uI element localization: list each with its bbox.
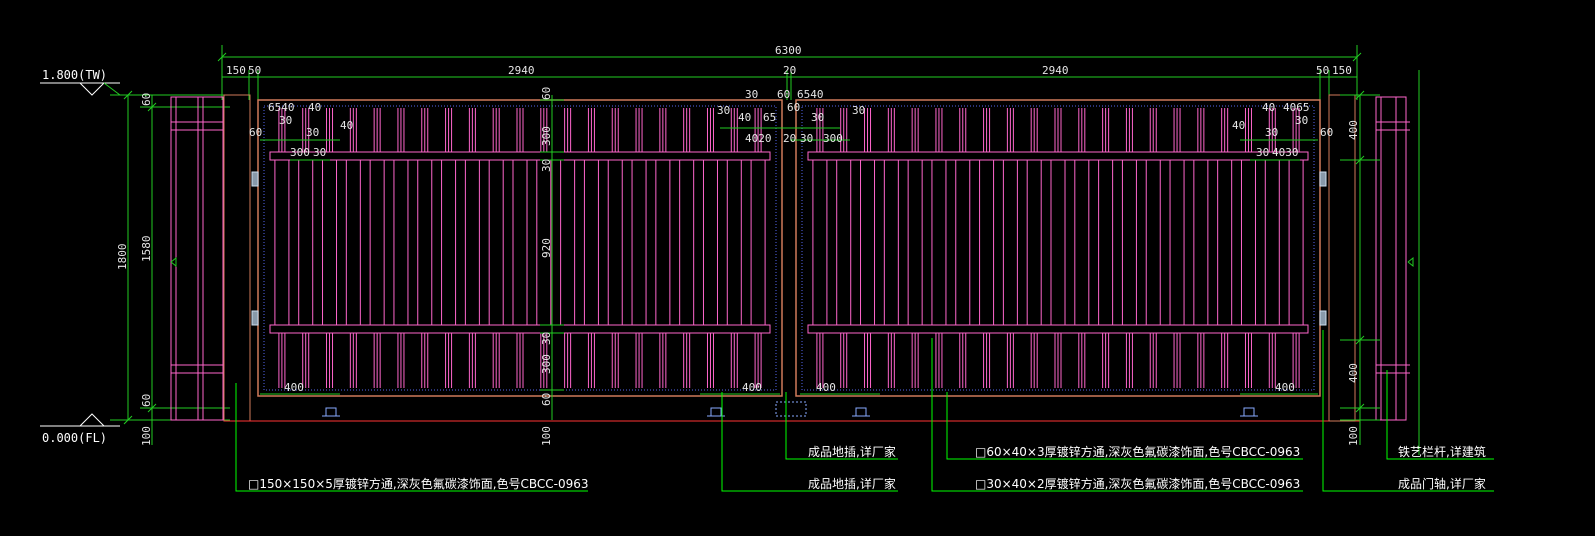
gate-leaf-right	[795, 99, 1321, 397]
mid-dim-60-top: 60	[540, 87, 553, 100]
bottom-dim-2: 400	[742, 381, 762, 394]
callout-pivot: 成品门轴,详厂家	[1398, 476, 1486, 491]
right-dim-400-bottom: 400	[1347, 363, 1360, 383]
top-dim-50-right: 50	[1316, 64, 1329, 77]
callout-floor-stop-1: 成品地插,详厂家	[808, 444, 896, 459]
detail-center-f: 30	[852, 104, 865, 117]
top-dim-150-left: 150	[226, 64, 246, 77]
mid-dim-300-top: 300	[540, 126, 553, 146]
callout-railing: 铁艺栏杆,详建筑	[1398, 444, 1486, 459]
callout-bar: □30×40×2厚镀锌方通,深灰色氟碳漆饰面,色号CBCC-0963	[975, 476, 1300, 491]
left-post	[223, 94, 251, 422]
detail-left-g: 300	[290, 146, 310, 159]
detail-right-c: 30	[1295, 114, 1308, 127]
callout-post: □150×150×5厚镀锌方通,深灰色氟碳漆饰面,色号CBCC-0963	[248, 476, 589, 491]
mid-dim-30-bottom: 30	[540, 332, 553, 345]
top-dim-50-left: 50	[248, 64, 261, 77]
detail-center-i: 4020	[745, 132, 772, 145]
floor-stops	[322, 401, 1258, 417]
detail-left-e: 40	[340, 119, 353, 132]
detail-right-f: 60	[1320, 126, 1333, 139]
bottom-dim-4: 400	[1275, 381, 1295, 394]
overall-dim-text: 6300	[775, 44, 802, 57]
left-dim-100: 100	[140, 426, 153, 446]
detail-dims-left: 6540 40 30 30 40 60 300 30	[249, 101, 353, 161]
detail-center-m: 30	[800, 132, 813, 145]
left-dim-1800: 1800	[116, 244, 129, 271]
right-dim-400-top: 400	[1347, 120, 1360, 140]
detail-right-a: 40	[1262, 101, 1275, 114]
top-dim-2940-left: 2940	[508, 64, 535, 77]
detail-left-b: 40	[308, 101, 321, 114]
callout-frame: □60×40×3厚镀锌方通,深灰色氟碳漆饰面,色号CBCC-0963	[975, 444, 1300, 459]
mid-dim-300-bottom: 300	[540, 354, 553, 374]
cad-drawing: 1.800(TW) 0.000(FL) 6300 150 50 2940 20 …	[40, 44, 1494, 492]
mid-dim-100: 100	[540, 426, 553, 446]
left-dim-1580: 1580	[140, 236, 153, 263]
level-bottom-label: 0.000(FL)	[42, 431, 107, 445]
detail-center-e: 30	[717, 104, 730, 117]
callout-floor-stop-2: 成品地插,详厂家	[808, 476, 896, 491]
left-dim-60-bottom: 60	[140, 394, 153, 407]
detail-center-k: 30	[811, 111, 824, 124]
bottom-dim-1: 400	[284, 381, 304, 394]
level-top-label: 1.800(TW)	[42, 68, 107, 82]
bottom-dims: 400 400 400 400	[260, 381, 1318, 395]
detail-left-a: 6540	[268, 101, 295, 114]
detail-center-l: 300	[823, 132, 843, 145]
detail-left-f: 60	[249, 126, 262, 139]
detail-dims-right: 40 4065 30 40 30 60 30 4030	[1232, 101, 1333, 161]
detail-center-c: 6540	[797, 88, 824, 101]
mid-dim-60-bottom: 60	[540, 393, 553, 406]
mid-dim-30-top: 30	[540, 159, 553, 172]
top-dim-2940-right: 2940	[1042, 64, 1069, 77]
left-railing	[170, 96, 224, 421]
detail-center-h: 65	[763, 111, 776, 124]
level-marker-top: 1.800(TW)	[40, 68, 121, 96]
level-marker-bottom: 0.000(FL)	[40, 413, 120, 445]
bottom-dim-3: 400	[816, 381, 836, 394]
right-dim-100: 100	[1347, 426, 1360, 446]
hinges	[251, 171, 1327, 326]
detail-left-c: 30	[279, 114, 292, 127]
detail-right-e: 30	[1265, 126, 1278, 139]
detail-center-b: 60	[777, 88, 790, 101]
mid-dim-920: 920	[540, 238, 553, 258]
detail-center-d: 60	[787, 101, 800, 114]
detail-right-d: 40	[1232, 119, 1245, 132]
detail-right-b: 4065	[1283, 101, 1310, 114]
left-dim-60-top: 60	[140, 93, 153, 106]
right-railing	[1375, 96, 1414, 421]
detail-center-g: 40	[738, 111, 751, 124]
detail-left-h: 30	[313, 146, 326, 159]
detail-right-h: 4030	[1272, 146, 1299, 159]
top-dim-20: 20	[783, 64, 796, 77]
detail-center-j: 20	[783, 132, 796, 145]
gate-leaf-left	[257, 99, 783, 397]
top-dim-150-right: 150	[1332, 64, 1352, 77]
detail-left-d: 30	[306, 126, 319, 139]
detail-center-a: 30	[745, 88, 758, 101]
detail-right-g: 30	[1256, 146, 1269, 159]
